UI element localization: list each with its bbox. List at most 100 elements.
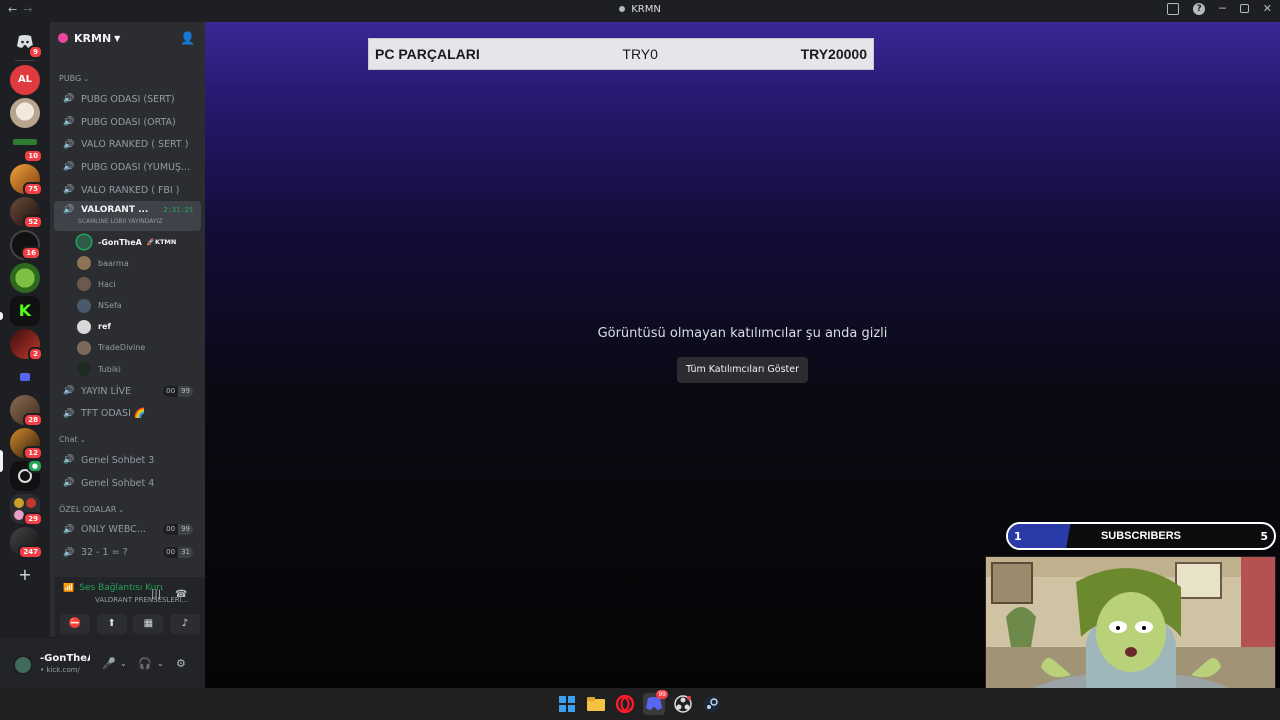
headphones-icon[interactable]: 🎧 [138, 657, 152, 670]
chevron-down-icon: ⌄ [83, 75, 90, 83]
server-icon-krmn[interactable]: ● [10, 459, 43, 491]
windows-start-icon[interactable] [556, 693, 578, 715]
voice-channel[interactable]: 🔊 Genel Sohbet 4 [54, 472, 201, 495]
user-panel: -GonTheA • kick.com/ 🎤 ⌄ 🎧 ⌄ ⚙ [0, 637, 205, 688]
server-header[interactable]: KRMN ▼ 👤 [50, 22, 205, 54]
username[interactable]: -GonTheA [40, 653, 90, 664]
server-icon-12[interactable]: 12 [10, 428, 43, 460]
channel-status: SCAMLINE LOBII YAYINDAYIZ [78, 218, 163, 226]
server-icon-3[interactable]: 10 [10, 131, 43, 163]
direct-messages-icon[interactable]: 9 [10, 27, 43, 59]
voice-channel[interactable]: 🔊 PUBG ODASI (YUMUŞ... [54, 156, 201, 179]
signal-icon: 📶 [63, 583, 75, 593]
chevron-down-icon: ⌄ [79, 436, 86, 445]
gear-icon[interactable]: ⚙ [176, 657, 186, 670]
speaker-icon: 🔊 [63, 94, 75, 105]
show-all-participants-button[interactable]: Tüm Katılımcıları Göster [677, 357, 808, 383]
voice-channel[interactable]: 🔊 YAYIN LİVE 00 99 [54, 380, 201, 403]
maximize-button[interactable] [1239, 4, 1249, 13]
server-icon-5[interactable]: 52 [10, 197, 43, 229]
add-server-icon[interactable]: + [10, 560, 40, 590]
voice-channel[interactable]: 🔊 ONLY WEBC... 00 99 [54, 519, 201, 542]
voice-channel[interactable]: 🔊 VALO RANKED ( FBI ) [54, 179, 201, 202]
subscribers-goal-count: 5 [1260, 530, 1268, 543]
microphone-icon[interactable]: 🎤 [102, 657, 116, 670]
voice-user[interactable]: baarma [50, 253, 205, 274]
server-icon-6[interactable]: 16 [10, 230, 41, 260]
server-icon-4[interactable]: 75 [10, 164, 43, 196]
voice-user[interactable]: ref [50, 316, 205, 337]
voice-user[interactable]: Tubiki [50, 359, 205, 380]
speaker-icon: 🔊 [63, 117, 75, 128]
voice-user[interactable]: -GonTheA 🚀KTMN [50, 231, 205, 252]
file-explorer-icon[interactable] [585, 693, 607, 715]
window-controls: ? ─ ✕ [1167, 2, 1272, 15]
disconnect-icon[interactable]: ☎ [175, 589, 187, 600]
activities-icon[interactable]: ▦ [133, 614, 164, 634]
unread-indicator [0, 312, 3, 320]
voice-channel[interactable]: 🔊 PUBG ODASI (ORTA) [54, 111, 201, 134]
voice-channel[interactable]: 🔊 Genel Sohbet 3 [54, 449, 201, 472]
camera-off-icon[interactable]: ⛔ [60, 614, 90, 634]
obs-icon[interactable] [672, 693, 694, 715]
close-button[interactable]: ✕ [1263, 2, 1272, 15]
goal-target: TRY20000 [800, 46, 867, 62]
voice-channel[interactable]: 🔊 TFT ODASI 🌈 [54, 402, 201, 425]
opera-browser-icon[interactable] [614, 693, 636, 715]
help-icon[interactable]: ? [1193, 2, 1206, 15]
user-limit: 00 31 [163, 547, 193, 559]
voice-channel[interactable]: 🔊 VALO RANKED ( SERT ) [54, 133, 201, 156]
voice-channel[interactable]: 🔊 PUBG ODASI (SERT) [54, 88, 201, 111]
voice-user[interactable]: TradeDivine [50, 337, 205, 358]
category-pubg[interactable]: PUBG ⌄ [50, 70, 205, 88]
chevron-down-icon[interactable]: ⌄ [120, 659, 127, 668]
server-folder-icon[interactable]: 29 [10, 494, 43, 526]
subscribers-label: SUBSCRIBERS [1100, 530, 1182, 542]
server-icon-cat[interactable] [10, 98, 40, 128]
noise-suppression-icon[interactable]: ||| [151, 589, 161, 600]
server-icon-11[interactable]: 28 [10, 395, 43, 427]
speaker-icon: 🔊 [63, 408, 75, 419]
soundboard-icon[interactable]: ♪ [169, 614, 200, 634]
voice-actions: ⛔ ⬆ ▦ ♪ [60, 614, 200, 634]
selected-indicator [0, 450, 3, 472]
forward-button[interactable]: → [23, 3, 32, 16]
speaker-icon: 🔊 [63, 455, 75, 466]
chevron-down-icon: ▼ [114, 33, 121, 43]
screen-share-icon[interactable]: ⬆ [96, 614, 127, 634]
avatar [77, 298, 91, 313]
category-chat[interactable]: Chat ⌄ [50, 431, 205, 449]
chevron-down-icon: ⌄ [118, 505, 125, 514]
steam-icon[interactable] [701, 693, 723, 715]
inbox-icon[interactable] [1167, 2, 1180, 15]
back-button[interactable]: ← [8, 3, 17, 16]
avatar [77, 362, 91, 377]
folder-icon[interactable] [10, 362, 40, 392]
voice-status[interactable]: 📶Ses Bağlantısı Kuruldu [63, 583, 163, 593]
user-limit: 00 99 [163, 385, 193, 397]
discord-taskbar-icon[interactable]: 99 [643, 690, 668, 715]
subscribers-goal: 1 SUBSCRIBERS 5 [1006, 522, 1276, 550]
category-ozel-odalar[interactable]: ÖZEL ODALAR ⌄ [50, 501, 205, 519]
server-icon-9[interactable]: 2 [10, 329, 43, 361]
voice-connection-panel: 📶Ses Bağlantısı Kuruldu VALORANT PRENSES… [55, 577, 205, 637]
voice-channel-active[interactable]: 🔊 VALORANT ... 2:31:25 SCAMLINE LOBII YA… [54, 201, 201, 232]
speaker-icon: 🔊 [63, 185, 75, 196]
speaker-icon: 🔊 [63, 547, 75, 558]
server-icon-kick[interactable]: K [10, 296, 40, 326]
voice-user[interactable]: NSefa [50, 295, 205, 316]
avatar[interactable] [13, 655, 33, 675]
voice-channel[interactable]: 🔊 32 - 1 = ? 00 31 [54, 541, 201, 564]
avatar [77, 340, 91, 355]
server-icon-7[interactable] [10, 263, 40, 293]
voice-user[interactable]: Haci [50, 274, 205, 295]
invite-people-icon[interactable]: 👤 [180, 31, 195, 45]
chevron-down-icon[interactable]: ⌄ [157, 659, 164, 668]
call-timer: 2:31:25 [163, 206, 193, 215]
avatar [77, 277, 91, 292]
minimize-button[interactable]: ─ [1219, 2, 1226, 15]
server-icon-15[interactable]: 247 [10, 527, 43, 559]
speaker-icon: 🔊 [63, 386, 75, 397]
user-limit: 00 99 [163, 524, 193, 536]
server-icon-alc[interactable]: AL [10, 65, 40, 95]
